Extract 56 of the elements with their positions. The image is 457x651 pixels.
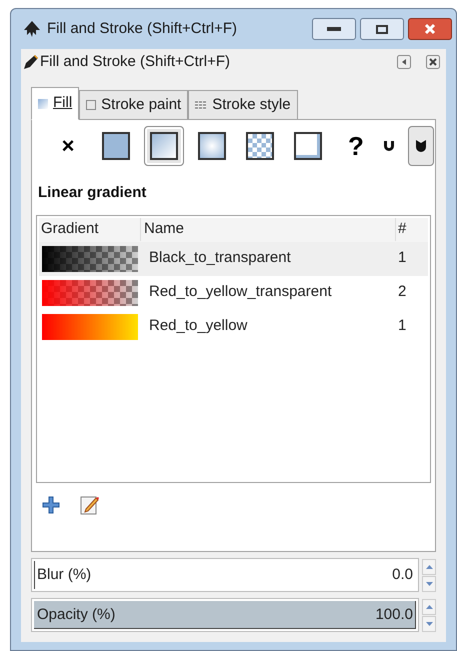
collapse-icon[interactable] [397,55,411,69]
table-cell-text: Black_to_transparent [148,248,292,268]
field-value: 0.0 [392,564,413,585]
swatch-icon [294,132,322,160]
field-label: Opacity (%) [37,604,116,625]
linear-gradient-icon [150,132,178,160]
paint-mode-button[interactable]: × [48,126,88,166]
down-arrow-icon [426,582,432,586]
tab[interactable]: Fill [31,87,80,120]
minimize-icon [327,27,341,31]
spin-field[interactable]: Blur (%) 0.0 [31,558,419,592]
horseshoe-icon [383,140,395,152]
minimize-button[interactable] [312,18,356,40]
table-cell-text: Red_to_yellow [148,316,248,336]
pattern-icon [246,132,274,160]
section-title: Linear gradient [38,183,148,203]
maximize-button[interactable] [360,18,404,40]
paint-mode-button[interactable] [144,126,184,166]
close-icon [424,23,436,35]
spin-up-button[interactable] [422,598,436,614]
field-value: 100.0 [375,604,413,625]
table-cell-text: 1 [397,248,408,268]
pen-icon [23,54,39,70]
table-cell-text: 1 [397,316,408,336]
gradient-row[interactable]: Black_to_transparent 1 [39,242,428,276]
up-arrow-icon [426,564,432,568]
table-cell-text: 2 [397,282,408,302]
add-icon[interactable] [42,496,60,514]
spin-field[interactable]: Opacity (%) 100.0 [31,598,419,632]
radial-gradient-icon [198,132,226,160]
stroke-icon [86,100,96,110]
spin-down-button[interactable] [422,616,436,632]
no-paint-icon: × [62,135,74,157]
unset-paint-icon: ? [348,133,364,159]
paint-mode-button[interactable]: ? [336,126,376,166]
stroke-style-icon [195,100,208,110]
column-header[interactable]: # [396,218,428,241]
close-button[interactable] [408,18,452,40]
fill-rule-button[interactable] [408,126,434,166]
edit-icon[interactable] [80,494,100,514]
tab[interactable]: Stroke paint [79,90,188,120]
column-header[interactable]: Gradient [39,218,141,241]
tab[interactable]: Stroke style [188,90,298,120]
dock-title: Fill and Stroke (Shift+Ctrl+F) [40,52,230,72]
field-label: Blur (%) [37,564,92,585]
down-arrow-icon [426,622,432,626]
fill-icon [38,98,48,108]
spin-down-button[interactable] [422,576,436,592]
window-title: Fill and Stroke (Shift+Ctrl+F) [47,18,238,39]
up-arrow-icon [426,604,432,608]
spin-up-button[interactable] [422,558,436,574]
close-icon[interactable] [426,55,440,69]
flat-color-icon [102,132,130,160]
column-header[interactable]: Name [141,218,396,241]
table-cell-text: Red_to_yellow_transparent [148,282,333,302]
maximize-icon [376,24,388,34]
